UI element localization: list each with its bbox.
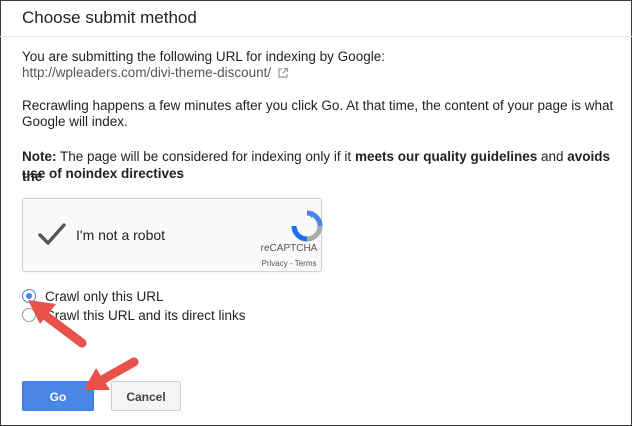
noindex-text-line-2: use of noindex directives [22, 166, 185, 181]
external-link-icon[interactable] [277, 67, 289, 82]
submitted-url-link[interactable]: http://wpleaders.com/divi-theme-discount… [22, 65, 271, 80]
option-crawl-only-url[interactable]: Crawl only this URL [22, 287, 164, 305]
note-text-1: The page will be considered for indexing… [56, 149, 355, 164]
recrawl-text-line-2: Google will index. [22, 114, 128, 129]
captcha-label: I'm not a robot [76, 227, 166, 243]
go-button[interactable]: Go [22, 381, 94, 411]
recaptcha-brand-text: reCAPTCHA [260, 243, 318, 254]
note-text-line-2: use of noindex directives [22, 164, 184, 184]
note-label: Note: [22, 149, 57, 164]
recaptcha-privacy-terms[interactable]: Privacy - Terms [257, 259, 321, 268]
radio-unselected-icon[interactable] [22, 308, 36, 322]
quality-guidelines-text: meets our quality guidelines [354, 149, 538, 164]
option-crawl-url-and-links[interactable]: Crawl this URL and its direct links [22, 306, 246, 324]
cancel-button[interactable]: Cancel [111, 381, 181, 411]
recaptcha-widget: I'm not a robot reCAPTCHA Privacy - Term… [22, 198, 323, 272]
submitted-url-row: http://wpleaders.com/divi-theme-discount… [22, 65, 289, 82]
captcha-checkmark-icon[interactable] [37, 221, 67, 252]
option-label[interactable]: Crawl only this URL [45, 289, 164, 304]
note-text-2: and [537, 149, 568, 164]
option-label[interactable]: Crawl this URL and its direct links [45, 308, 246, 323]
radio-selected-icon[interactable] [22, 289, 36, 303]
title-divider [0, 36, 632, 37]
submit-intro-text: You are submitting the following URL for… [22, 49, 385, 64]
dialog-title: Choose submit method [22, 8, 197, 27]
